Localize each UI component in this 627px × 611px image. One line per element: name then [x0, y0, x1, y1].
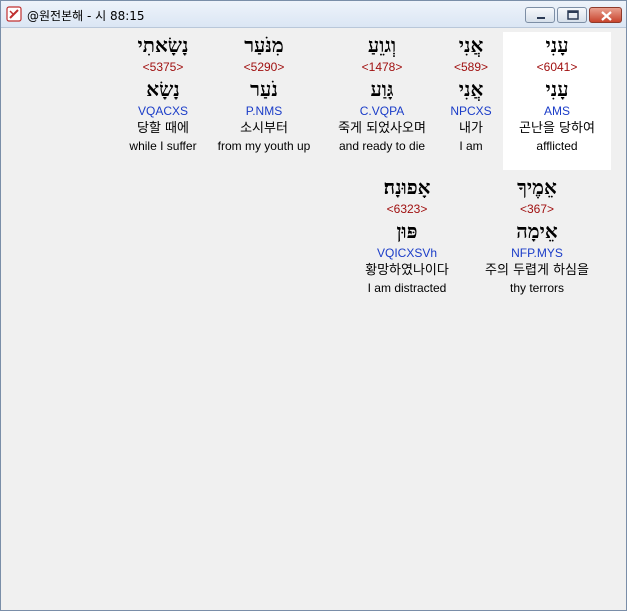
bible-app-icon — [6, 6, 22, 22]
strong-number[interactable]: <6041> — [503, 58, 611, 76]
korean-translation: 황망하였나이다 — [365, 263, 449, 278]
hebrew-lemma: אֲנִי — [458, 77, 484, 101]
word-block[interactable]: אֵמֶיךָ <367> אֵימָה NFP.MYS 주의 두렵게 하심을 … — [470, 174, 604, 296]
maximize-icon — [567, 10, 579, 20]
morphology-code[interactable]: C.VQPA — [326, 102, 438, 120]
korean-translation: 소시부터 — [240, 121, 288, 136]
hebrew-lemma: נָשָׂא — [146, 77, 180, 101]
word-block[interactable]: אָפוּנָה׃ <6323> פּוּן VQICXSVh 황망하였나이다 … — [346, 174, 468, 296]
hebrew-word: מִנֹּעַר — [244, 33, 284, 57]
hebrew-word: וְגוֵעַ — [367, 33, 397, 57]
english-translation: I am distracted — [367, 281, 447, 295]
hebrew-lemma: עָנִי — [545, 77, 569, 101]
english-translation: afflicted — [536, 139, 578, 153]
hebrew-word: אָפוּנָה׃ — [383, 175, 431, 199]
app-window: @원전본해 - 시 88:15 עָנִי <6041> עָנִי AMS 곤… — [0, 0, 627, 611]
english-translation: I am — [459, 139, 483, 153]
english-translation: and ready to die — [338, 139, 426, 153]
hebrew-lemma: גָּוַע — [370, 77, 394, 101]
word-block[interactable]: נָשָׂאתִי <5375> נָשָׂא VQACXS 당할 때에 whi… — [118, 32, 208, 154]
morphology-code[interactable]: AMS — [503, 102, 611, 120]
maximize-button[interactable] — [557, 7, 587, 23]
strong-number[interactable]: <6323> — [346, 200, 468, 218]
word-block[interactable]: עָנִי <6041> עָנִי AMS 곤난을 당하여 afflicted — [503, 32, 611, 170]
minimize-icon — [537, 17, 545, 19]
word-block[interactable]: וְגוֵעַ <1478> גָּוַע C.VQPA 죽게 되었사오며 an… — [326, 32, 438, 154]
word-block[interactable]: מִנֹּעַר <5290> נֹעַר P.NMS 소시부터 from my… — [208, 32, 320, 154]
korean-translation: 곤난을 당하여 — [519, 121, 595, 136]
strong-number[interactable]: <5290> — [208, 58, 320, 76]
morphology-code[interactable]: VQACXS — [118, 102, 208, 120]
english-translation: from my youth up — [217, 139, 311, 153]
title-bar[interactable]: @원전본해 - 시 88:15 — [1, 1, 626, 28]
morphology-code[interactable]: P.NMS — [208, 102, 320, 120]
word-block[interactable]: אֲנִי <589> אֲנִי NPCXS 내가 I am — [431, 32, 511, 154]
korean-translation: 죽게 되었사오며 — [338, 121, 426, 136]
morphology-code[interactable]: NFP.MYS — [470, 244, 604, 262]
close-button[interactable] — [589, 7, 622, 23]
morphology-code[interactable]: VQICXSVh — [346, 244, 468, 262]
hebrew-word: נָשָׂאתִי — [137, 33, 189, 57]
english-translation: while I suffer — [129, 139, 197, 153]
english-translation: thy terrors — [509, 281, 564, 295]
strong-number[interactable]: <367> — [470, 200, 604, 218]
hebrew-word: אֲנִי — [458, 33, 484, 57]
morphology-code[interactable]: NPCXS — [431, 102, 511, 120]
hebrew-lemma: אֵימָה — [516, 219, 558, 243]
strong-number[interactable]: <1478> — [326, 58, 438, 76]
window-title: @원전본해 - 시 88:15 — [27, 9, 145, 23]
hebrew-word: עָנִי — [545, 33, 569, 57]
minimize-button[interactable] — [525, 7, 555, 23]
hebrew-word: אֵמֶיךָ — [517, 175, 557, 199]
strong-number[interactable]: <5375> — [118, 58, 208, 76]
korean-translation: 주의 두렵게 하심을 — [485, 263, 589, 278]
korean-translation: 당할 때에 — [137, 121, 189, 136]
strong-number[interactable]: <589> — [431, 58, 511, 76]
verse-content: עָנִי <6041> עָנִי AMS 곤난을 당하여 afflicted… — [4, 29, 621, 605]
korean-translation: 내가 — [459, 121, 483, 136]
hebrew-lemma: פּוּן — [396, 219, 418, 243]
hebrew-lemma: נֹעַר — [250, 77, 278, 101]
close-icon — [601, 11, 612, 21]
